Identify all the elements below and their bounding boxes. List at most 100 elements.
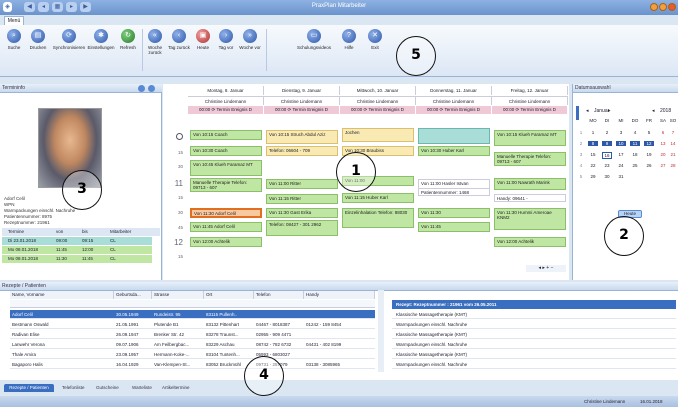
tab-article-appointments[interactable]: Artikeltermine (162, 384, 190, 392)
day-cell[interactable]: 25 (630, 163, 640, 168)
day-cell[interactable]: 28 (668, 163, 678, 168)
tab-vouchers[interactable]: Gutscheine (96, 384, 119, 392)
day-cell[interactable]: 7 (668, 130, 678, 135)
column-header[interactable]: Telefon (254, 291, 304, 299)
search-button[interactable]: ⌕ Suche (2, 29, 26, 50)
tab-prescriptions[interactable]: Rezepte / Patienten (4, 384, 54, 392)
prescription-item[interactable]: Klassische Massagetherapie (KMT) (392, 330, 676, 339)
event-selected[interactable]: Von 11:30 Adorf Celil (190, 208, 262, 218)
all-day-row[interactable]: 00:00 ⟳ Termin Ereignis D (340, 106, 416, 114)
event[interactable]: Patientennummer: 1468 (418, 188, 490, 196)
print-button[interactable]: ▤ Drucken (26, 29, 50, 50)
week-number[interactable]: 4 (576, 163, 586, 168)
all-day-row[interactable]: 00:00 ⟳ Termin Ereignis D (188, 106, 264, 114)
day-cell[interactable]: 27 (658, 163, 668, 168)
event[interactable]: Von 11:15 Huber Karl (342, 193, 414, 203)
event[interactable]: Von 11:00 Nawrath Marink (494, 178, 566, 190)
day-header-tue[interactable]: Dienstag, 9. Januar (264, 86, 340, 95)
event[interactable]: Von 10:15 Coach (190, 130, 262, 140)
day-header-fri[interactable]: Freitag, 12. Januar (492, 86, 568, 95)
table-row[interactable]: Radivan Elise 26.09.1947 Brenker Str. 42 83… (10, 330, 375, 339)
prescription-item[interactable]: Warmpackungen einschl. Nachruhe (392, 320, 676, 329)
settings-button[interactable]: ✱ Einstellungen (86, 29, 116, 50)
day-cell[interactable]: 9 (602, 141, 612, 146)
column-header[interactable]: Geburtsda... (114, 291, 152, 299)
event[interactable]: Von 11:30 Gast Erika (266, 208, 338, 218)
week-number[interactable]: 2 (576, 141, 586, 146)
day-cell[interactable]: 13 (658, 141, 668, 146)
day-cell[interactable]: 24 (616, 163, 626, 168)
day-cell[interactable]: 4 (630, 130, 640, 135)
today-button[interactable]: ▣ Heute (192, 29, 214, 50)
refresh-icon[interactable] (138, 85, 145, 92)
day-header-wed[interactable]: Mittwoch, 10. Januar (340, 86, 416, 95)
day-forward-button[interactable]: › Tag vor (214, 29, 238, 50)
day-header-mon[interactable]: Montag, 8. Januar (188, 86, 264, 95)
tab-waiting-list[interactable]: Warteliste (132, 384, 152, 392)
event[interactable]: Von 11:15 Ritter (266, 194, 338, 204)
day-cell[interactable]: 8 (588, 141, 598, 146)
tab-phone-list[interactable]: Telefonliste (62, 384, 85, 392)
day-cell[interactable]: 10 (616, 141, 626, 146)
event[interactable]: Von 11:30 (418, 208, 490, 218)
appointment-row[interactable]: Di 23.01.2018 09:00 09:15 CL (2, 237, 152, 245)
day-cell[interactable]: 5 (644, 130, 654, 135)
day-cell[interactable]: 3 (616, 130, 626, 135)
day-cell[interactable]: 12 (644, 141, 654, 146)
table-row[interactable]: Bagaporo Halis 16.04.1929 Van-Klempen-St..… (10, 360, 375, 369)
prescription-item[interactable]: Klassische Massagetherapie (KMT) (392, 310, 676, 319)
event[interactable]: Von 11:00 Ritter (266, 179, 338, 189)
day-cell[interactable]: 1 (588, 130, 598, 135)
event[interactable]: Von 10:15 Klueh Faramaz MT (494, 130, 566, 146)
prescription-item[interactable]: Klassische Massagetherapie (KMT) (392, 350, 676, 359)
day-cell[interactable]: 6 (658, 130, 668, 135)
day-cell[interactable]: 30 (602, 174, 612, 179)
column-header[interactable]: Name, Vorname (10, 291, 114, 299)
minimize-icon[interactable] (650, 3, 658, 11)
scrollbar[interactable] (378, 290, 384, 372)
day-cell[interactable]: 26 (644, 163, 654, 168)
week-number[interactable]: 3 (576, 152, 586, 157)
day-cell[interactable]: 14 (668, 141, 678, 146)
day-cell[interactable]: 15 (588, 152, 598, 157)
day-header-thu[interactable]: Donnerstag, 11. Januar (416, 86, 492, 95)
day-cell[interactable]: 11 (630, 141, 640, 146)
day-cell[interactable]: 31 (616, 174, 626, 179)
event[interactable]: Von 10:45 Klueh Faramaz MT (190, 160, 262, 176)
prev-month-icon[interactable]: ◂ (586, 108, 589, 114)
filter-row[interactable] (10, 300, 375, 308)
column-header[interactable]: Ort (204, 291, 254, 299)
table-row[interactable]: Bestmann Oswald 21.05.1991 Plutende B1 8313… (10, 320, 375, 329)
close-icon[interactable] (668, 3, 676, 11)
settings-icon[interactable] (148, 85, 155, 92)
day-cell[interactable]: 16 (602, 152, 612, 159)
column-header[interactable]: Handy (304, 291, 375, 299)
sync-button[interactable]: ⟳ Synchronisieren (52, 29, 86, 50)
day-cell[interactable]: 17 (616, 152, 626, 157)
week-number[interactable]: 5 (576, 174, 586, 179)
day-cell[interactable]: 22 (588, 163, 598, 168)
day-back-button[interactable]: ‹ Tag zurück (166, 29, 192, 50)
event[interactable]: Von 11:45 (418, 222, 490, 232)
exit-button[interactable]: ✕ Exit (364, 29, 386, 50)
day-cell[interactable]: 18 (630, 152, 640, 157)
event[interactable]: Manuelle Therapie Telefon: 09713 - 607 (190, 178, 262, 192)
menu-tab[interactable]: Menü (4, 16, 24, 25)
event[interactable]: Von 12:00 Achtelik (190, 237, 262, 247)
prescription-item[interactable]: Warmpackungen einschl. Nachruhe (392, 340, 676, 349)
appointment-row[interactable]: Mo 08.01.2018 11:45 12:00 CL (2, 246, 152, 254)
day-cell[interactable]: 21 (668, 152, 678, 157)
event[interactable]: Von 10:30 Huber Karl (418, 146, 490, 156)
all-day-row[interactable]: 00:00 ⟳ Termin Ereignis D (264, 106, 340, 114)
refresh-button[interactable]: ↻ Refresh (116, 29, 140, 50)
table-row[interactable]: Lanwehr Verona 09.07.1906 Am Feilbergbac..… (10, 340, 375, 349)
next-month-icon[interactable]: ▸ (608, 108, 611, 114)
event[interactable]: Von 11:45 Adorf Celil (190, 222, 262, 232)
prescription-item[interactable]: Warmpackungen einschl. Nachruhe (392, 360, 676, 369)
table-row[interactable]: Adorf Celil 30.05.1949 Rundeistr. 95 83115 … (10, 310, 375, 319)
maximize-icon[interactable] (659, 3, 667, 11)
prev-year-icon[interactable]: ◂ (652, 108, 655, 114)
help-button[interactable]: ? Hilfe (338, 29, 360, 50)
event[interactable]: Manuelle Therapie Telefon: 09713 - 607 (494, 152, 566, 166)
all-day-row[interactable]: 00:00 ⟳ Termin Ereignis D (416, 106, 492, 114)
